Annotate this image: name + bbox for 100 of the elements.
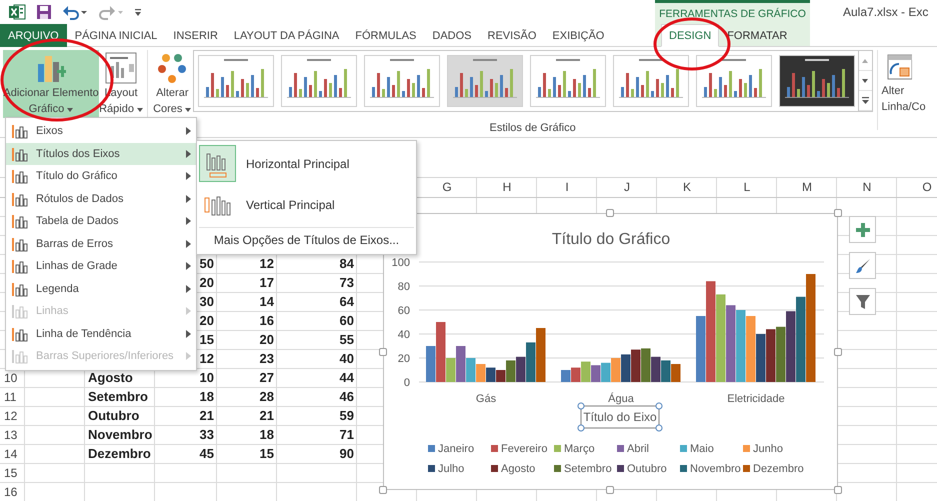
ribbon-tab[interactable]: ARQUIVO [0,24,67,47]
chart-title: Título do Gráfico [552,231,670,248]
more-options-link[interactable]: Mais Opções de Títulos de Eixos... [199,228,414,252]
table-cell: 55 [340,332,354,347]
bar [641,348,650,382]
caret-icon [67,108,74,112]
submenu-arrow-icon [186,127,191,136]
row-number[interactable]: 10 [0,369,25,388]
chart-style-thumbnail[interactable] [280,55,357,107]
chart-filters-button[interactable] [849,288,876,315]
column-header[interactable]: I [537,178,597,198]
submenu-arrow-icon [186,217,191,226]
chart-style-thumbnail[interactable] [530,55,606,107]
spreadsheet-logo-icon[interactable] [9,4,26,20]
column-header[interactable]: O [897,178,937,198]
chart-element-icon [11,303,29,320]
column-header[interactable]: M [777,178,837,198]
menu-item[interactable]: Horizontal Principal [199,143,414,184]
bar [536,328,546,382]
axis-tick-label: 0 [404,377,410,389]
expand-icon [862,97,869,104]
ribbon-button[interactable]: Alter Linha/Co [882,50,937,118]
column-header[interactable]: L [717,178,777,198]
chart-style-thumbnail[interactable] [364,55,440,107]
resize-handle[interactable] [606,486,614,494]
menu-item[interactable]: Título do Gráfico [6,165,196,188]
table-cell: 44 [340,370,354,385]
chart-style-thumbnail[interactable] [446,55,523,107]
column-header[interactable]: N [837,178,897,198]
ribbon-tab[interactable]: EXIBIÇÃO [544,24,612,47]
ribbon-button[interactable]: Alterar Cores [152,50,193,118]
chart-styles-button[interactable] [849,252,876,279]
caret-icon [137,108,144,112]
resize-handle[interactable] [834,209,842,217]
save-icon[interactable] [36,4,52,20]
chart-element-icon [11,258,29,274]
ribbon-tab[interactable]: INSERIR [165,24,226,47]
row-number[interactable]: 12 [0,407,25,426]
bar [766,329,776,382]
column-header[interactable]: J [597,178,657,198]
legend-label: Outubro [627,463,667,475]
undo-icon[interactable] [62,4,88,20]
menu-item[interactable]: Vertical Principal [199,184,414,225]
row-number[interactable]: 11 [0,388,25,407]
submenu-arrow-icon [186,284,191,293]
menu-item[interactable]: Linha de Tendência [6,322,196,345]
ribbon-tab[interactable]: DADOS [424,24,480,47]
ribbon-tab[interactable]: PÁGINA INICIAL [66,24,166,47]
table-cell: 20 [260,332,274,347]
table-cell: 20 [200,313,214,328]
customize-menu-icon[interactable] [134,8,142,16]
ribbon-tab[interactable]: REVISÃO [480,24,544,47]
table-cell: 21 [260,408,274,423]
selection-frame[interactable] [578,402,662,432]
ribbon-tab[interactable]: FORMATAR [719,24,796,47]
table-cell: 14 [260,294,274,309]
resize-handle[interactable] [606,209,614,217]
row-number[interactable]: 13 [0,426,25,445]
submenu-arrow-icon [186,307,191,316]
resize-handle[interactable] [379,348,387,356]
column-header[interactable]: K [657,178,717,198]
menu-item[interactable]: Eixos [6,120,196,142]
ribbon-tab[interactable]: DESIGN [661,24,720,47]
legend-entry: Maio [680,443,714,455]
row-number[interactable]: 15 [0,464,25,483]
chart-style-thumbnail[interactable] [696,55,772,107]
table-cell: 60 [340,313,354,328]
chart-style-thumbnail[interactable] [612,55,689,107]
menu-item[interactable]: Rótulos de Dados [6,188,196,210]
chart-style-thumbnail[interactable] [198,55,274,107]
resize-handle[interactable] [834,348,842,356]
ribbon-tab[interactable]: FÓRMULAS [347,24,424,47]
legend-label: Novembro [690,463,741,475]
paintbrush-icon [854,258,870,274]
legend-label: Julho [438,463,464,475]
legend-entry: Abril [617,443,650,455]
table-cell: 18 [200,389,214,404]
column-header[interactable]: H [477,178,537,198]
table-cell: 17 [260,275,274,290]
table-cell: 59 [340,408,354,423]
menu-item[interactable]: Títulos dos Eixos [6,142,196,165]
chart-elements-button[interactable] [849,216,876,243]
column-header[interactable]: G [417,178,477,198]
menu-item[interactable]: Linhas de Grade [6,255,196,278]
resize-handle[interactable] [379,486,387,494]
ribbon-tab[interactable]: LAYOUT DA PÁGINA [226,24,348,47]
bar [621,354,630,382]
row-number[interactable]: 16 [0,483,25,501]
legend-label: Fevereiro [501,443,548,455]
legend-entry: Fevereiro [491,443,548,455]
row-number[interactable]: 14 [0,445,25,464]
resize-handle[interactable] [834,486,842,494]
menu-item[interactable]: Barras de Erros [6,232,196,255]
legend-entry: Agosto [491,463,536,475]
color-dots-icon [156,52,188,84]
menu-item[interactable]: Tabela de Dados [6,210,196,232]
table-cell: 90 [340,446,354,461]
category-label: Água [608,393,634,405]
menu-item[interactable]: Legenda [6,278,196,300]
chart-style-thumbnail[interactable] [778,55,855,107]
